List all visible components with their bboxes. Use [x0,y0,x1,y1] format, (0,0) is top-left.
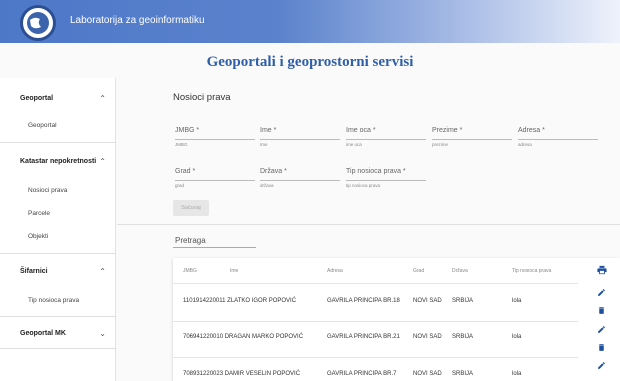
cell-adresa: GAVRILA PRINCIPA BR.7 [327,371,397,377]
cell-tip: lola [512,298,522,304]
sidebar-section-label: Šifarnici [20,268,48,275]
sidebar-section-label: Geoportal [20,95,54,102]
field-underline [432,139,512,140]
field-hint: grad [175,183,185,188]
table-header-drzava: Država [452,268,468,274]
field-hint: Ime [260,142,268,147]
field-label: Grad * [175,168,196,175]
logo-icon [20,5,56,41]
search-input-label[interactable]: Pretraga [175,236,206,245]
sidebar-section-label: Katastar nepokretnosti [20,158,97,165]
sidebar-divider [0,348,116,349]
cell-jmbg-ime: 706941220010 DRAGAN MARKO POPOVIĆ [183,334,304,340]
chevron-down-icon[interactable]: ⌄ [99,329,106,338]
cell-jmbg-ime: 708931220023 DAMIR VESELIN POPOVIĆ [183,371,301,377]
field-underline [175,180,255,181]
pencil-icon[interactable] [597,325,606,334]
table-header-grad: Grad [413,268,425,274]
row-divider [173,321,578,322]
section-divider [117,224,620,225]
field-label: Tip nosioca prava * [346,168,406,175]
field-underline [518,139,598,140]
field-underline [346,139,426,140]
page-title: Geoportali i geoprostorni servisi [206,54,414,70]
table-header-tip: Tip nosioca prava [512,268,552,274]
chevron-up-icon[interactable]: ⌃ [99,94,106,103]
chevron-up-icon[interactable]: ⌃ [99,157,106,166]
field-label: Adresa * [518,127,545,134]
cell-tip: lola [512,334,522,340]
print-icon[interactable] [597,265,607,275]
save-button[interactable]: Sačuvaj [173,200,209,216]
cell-adresa: GAVRILA PRINCIPA BR.21 [327,334,400,340]
row-divider [173,357,578,358]
field-label: Ime oca * [346,127,376,134]
trash-icon[interactable] [597,306,606,315]
field-label: Država * [260,168,287,175]
sidebar-section-geoportal[interactable]: Geoportal ⌃ [0,85,116,115]
field-hint: ime oca [346,142,362,147]
field-hint: JMBG [175,142,188,147]
field-underline [260,139,340,140]
cell-adresa: GAVRILA PRINCIPA BR.18 [327,298,400,304]
sidebar-divider [0,142,116,143]
form-title: Nosioci prava [173,92,231,103]
sidebar-section-sifarnici[interactable]: Šifarnici ⌃ [0,258,116,288]
cell-drzava: SRBIJA [452,371,474,377]
field-hint: država [260,183,274,188]
cell-drzava: SRBIJA [452,334,474,340]
sidebar-item-nosioci-prava[interactable]: Nosioci prava [28,187,67,194]
field-label: JMBG * [175,127,200,134]
cell-jmbg-ime: 1101914220011 ZLATKO IGOR POPOVIĆ [183,298,297,304]
field-hint: prezime [432,142,449,147]
field-underline [260,180,340,181]
table-header-adresa: Adresa [327,268,343,274]
field-label: Ime * [260,127,277,134]
sidebar-divider [0,253,116,254]
field-hint: adresa [518,142,532,147]
cell-grad: NOVI SAD [413,334,442,340]
search-input[interactable] [173,247,256,248]
field-label: Prezime * [432,127,463,134]
table-header-ime: Ime [230,268,239,274]
sidebar-item-tip-nosioca-prava[interactable]: Tip nosioca prava [28,297,79,304]
field-underline [346,180,426,181]
row-divider [173,283,578,284]
pencil-icon[interactable] [597,288,606,297]
sidebar-section-geoportal-mk[interactable]: Geoportal MK ⌄ [0,320,116,350]
cell-drzava: SRBIJA [452,298,474,304]
field-hint: tip nosioca prava [346,183,381,188]
sidebar-item-objekti[interactable]: Objekti [28,233,48,240]
cell-tip: lola [512,371,522,377]
field-underline [175,139,255,140]
app-title: Laboratorija za geoinformatiku [70,15,205,26]
sidebar-divider [0,316,116,317]
sidebar-item-geoportal[interactable]: Geoportal [28,122,57,129]
table-header-jmbg: JMBG [183,268,197,274]
chevron-up-icon[interactable]: ⌃ [99,267,106,276]
cell-grad: NOVI SAD [413,298,442,304]
cell-grad: NOVI SAD [413,371,442,377]
sidebar-item-parcele[interactable]: Parcele [28,210,50,217]
sidebar-section-label: Geoportal MK [20,330,66,337]
trash-icon[interactable] [597,343,606,352]
pencil-icon[interactable] [597,361,606,370]
sidebar-section-katastar[interactable]: Katastar nepokretnosti ⌃ [0,148,116,178]
data-table [173,258,620,381]
